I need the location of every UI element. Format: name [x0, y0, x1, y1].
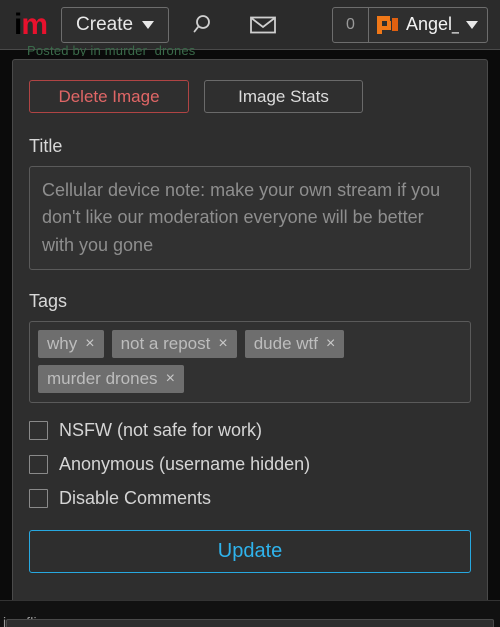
- action-button-row: Delete Image Image Stats: [29, 80, 471, 113]
- logo-text-m: m: [21, 7, 48, 41]
- tag-chip-label: dude wtf: [253, 334, 318, 354]
- disable-comments-checkbox[interactable]: [29, 489, 48, 509]
- tag-chip[interactable]: not a repost ×: [111, 330, 237, 359]
- footer-strip: imgflip.com: [0, 600, 500, 627]
- breadcrumb-text: Posted by in murder_drones: [27, 43, 196, 56]
- user-menu-chevron-down-icon: [466, 20, 478, 29]
- anonymous-checkbox[interactable]: [29, 455, 48, 475]
- remove-tag-icon[interactable]: ×: [166, 371, 175, 387]
- nsfw-checkbox-row[interactable]: NSFW (not safe for work): [29, 420, 471, 441]
- remove-tag-icon[interactable]: ×: [85, 336, 94, 352]
- tag-chip[interactable]: why ×: [38, 330, 104, 359]
- remove-tag-icon[interactable]: ×: [326, 336, 335, 352]
- search-button[interactable]: [183, 5, 227, 45]
- tag-chip[interactable]: dude wtf ×: [244, 330, 345, 359]
- tags-field-label: Tags: [29, 291, 68, 312]
- nsfw-checkbox[interactable]: [29, 421, 48, 441]
- tag-chip[interactable]: murder drones ×: [38, 365, 184, 394]
- image-stats-label: Image Stats: [238, 86, 329, 106]
- notification-count[interactable]: 0: [333, 7, 369, 42]
- chevron-down-icon: [142, 20, 155, 29]
- edit-image-card: Delete Image Image Stats Title Cellular …: [12, 59, 488, 609]
- app-screen: im Create 0 Angel Posted by in murder_dr…: [0, 0, 500, 627]
- delete-image-button[interactable]: Delete Image: [29, 80, 189, 113]
- create-button[interactable]: Create: [61, 6, 170, 43]
- page-body: Posted by in murder_drones Delete Image …: [0, 43, 500, 627]
- imgflip-logo[interactable]: im: [14, 7, 48, 41]
- username-label: Angel_Du: [406, 14, 459, 34]
- update-button[interactable]: Update: [29, 530, 471, 574]
- avatar: [377, 13, 399, 36]
- breadcrumb: Posted by in murder_drones: [27, 43, 196, 56]
- title-input[interactable]: Cellular device note: make your own stre…: [29, 166, 471, 271]
- logo-text-i: i: [14, 7, 22, 41]
- anonymous-checkbox-row[interactable]: Anonymous (username hidden): [29, 454, 471, 475]
- envelope-icon: [250, 15, 276, 35]
- delete-image-label: Delete Image: [58, 86, 160, 106]
- remove-tag-icon[interactable]: ×: [218, 336, 227, 352]
- footer-partial-panel: [6, 619, 494, 627]
- user-menu-button[interactable]: Angel_Du: [369, 8, 487, 42]
- messages-button[interactable]: [241, 5, 285, 45]
- update-button-label: Update: [217, 540, 283, 563]
- nsfw-label: NSFW (not safe for work): [59, 420, 263, 441]
- title-field-label: Title: [29, 136, 63, 156]
- tag-chip-label: why: [47, 334, 78, 354]
- tag-chip-label: murder drones: [47, 369, 158, 389]
- user-account-group: 0 Angel_Du: [332, 6, 488, 43]
- disable-comments-label: Disable Comments: [59, 488, 212, 509]
- image-stats-button[interactable]: Image Stats: [204, 80, 363, 113]
- create-button-label: Create: [76, 13, 134, 35]
- anonymous-label: Anonymous (username hidden): [59, 454, 311, 475]
- disable-comments-checkbox-row[interactable]: Disable Comments: [29, 488, 471, 509]
- search-icon: [193, 13, 217, 37]
- tag-chip-label: not a repost: [120, 334, 211, 354]
- tags-input[interactable]: why × not a repost × dude wtf × murder d…: [29, 321, 471, 404]
